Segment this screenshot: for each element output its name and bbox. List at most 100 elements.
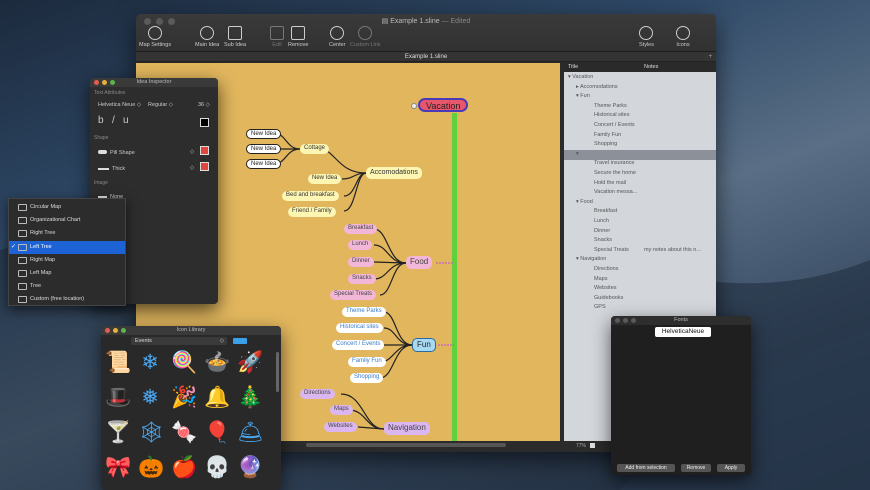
- bold-toggle[interactable]: b: [98, 115, 104, 126]
- zoom-button[interactable]: [110, 80, 115, 85]
- snowflake-icon[interactable]: ❄: [138, 350, 162, 374]
- mindmap-node-snacks[interactable]: Snacks: [348, 274, 376, 284]
- minimize-button[interactable]: [623, 318, 628, 323]
- layout-option[interactable]: Right Map: [9, 254, 125, 267]
- mindmap-node-historical-sites[interactable]: Historical sites: [336, 323, 383, 333]
- close-button[interactable]: [105, 328, 110, 333]
- close-button[interactable]: [615, 318, 620, 323]
- snowflake-2-icon[interactable]: ❅: [138, 385, 162, 409]
- outline-row[interactable]: GPS: [594, 304, 606, 310]
- mindmap-node-theme-parks[interactable]: Theme Parks: [342, 307, 386, 317]
- skull-icon[interactable]: 💀: [204, 455, 230, 479]
- outline-row[interactable]: Travel insurance: [594, 160, 634, 166]
- center-button[interactable]: Center: [329, 26, 346, 48]
- outline-row[interactable]: Hold the mail: [594, 180, 626, 186]
- outline-row[interactable]: ▾: [576, 151, 579, 157]
- lollipop-icon[interactable]: 🍭: [171, 350, 197, 374]
- underline-toggle[interactable]: u: [123, 115, 129, 126]
- mindmap-node-websites[interactable]: Websites: [324, 422, 357, 432]
- minimize-button[interactable]: [113, 328, 118, 333]
- mindmap-node-concert-events[interactable]: Concert / Events: [332, 340, 385, 350]
- mindmap-node-directions[interactable]: Directions: [300, 389, 335, 399]
- shape-select[interactable]: Pill Shape: [98, 150, 135, 156]
- outline-row[interactable]: Vacation messa...: [594, 189, 637, 195]
- christmas-tree-icon[interactable]: 🎄: [237, 385, 263, 409]
- outline-row[interactable]: Secure the home: [594, 170, 636, 176]
- mindmap-node-new-idea[interactable]: New Idea: [308, 174, 342, 184]
- outline-row[interactable]: Websites: [594, 285, 617, 291]
- remove-button[interactable]: Remove: [288, 26, 308, 48]
- outline-row[interactable]: ▾ Fun: [576, 93, 590, 99]
- font-size-field[interactable]: 36 ◇: [198, 102, 210, 108]
- balloon-icon[interactable]: 🎈: [204, 420, 230, 444]
- line-color-well[interactable]: [200, 162, 209, 171]
- icons-button[interactable]: Icons: [676, 26, 690, 48]
- outline-row[interactable]: Maps: [594, 276, 607, 282]
- outline-selected-row[interactable]: [564, 149, 716, 160]
- zoom-level[interactable]: 77%: [576, 443, 586, 449]
- mindmap-node-dinner[interactable]: Dinner: [348, 257, 374, 267]
- mindmap-node-shopping[interactable]: Shopping: [350, 373, 384, 383]
- candy-cane-icon[interactable]: 🍬: [171, 420, 197, 444]
- horizontal-scrollbar[interactable]: [306, 443, 506, 447]
- line-select[interactable]: Thick: [98, 166, 125, 172]
- mindmap-node-family-fun[interactable]: Family Fun: [348, 357, 386, 367]
- layout-option[interactable]: Circular Map: [9, 201, 125, 214]
- add-from-selection-button[interactable]: Add from selection: [617, 464, 675, 472]
- snowglobe-icon[interactable]: 🔮: [237, 455, 263, 479]
- add-tab-icon[interactable]: +: [708, 52, 712, 62]
- outline-row[interactable]: Family Fun: [594, 132, 621, 138]
- mindmap-node-bed-and-breakfast[interactable]: Bed and breakfast: [282, 191, 339, 201]
- layout-option[interactable]: Right Tree: [9, 227, 125, 240]
- pumpkin-icon[interactable]: 🎃: [138, 455, 164, 479]
- zoom-stepper[interactable]: [590, 443, 595, 448]
- mindmap-node-new-idea-3[interactable]: New Idea: [246, 159, 282, 169]
- styles-button[interactable]: Styles: [639, 26, 654, 48]
- outline-row[interactable]: ▸ Accomodations: [576, 84, 618, 90]
- edit-button[interactable]: Edit: [270, 26, 284, 48]
- cocktail-icon[interactable]: 🍸: [105, 420, 131, 444]
- party-hat-icon[interactable]: 🎉: [171, 385, 197, 409]
- mindmap-node-fun[interactable]: Fun: [412, 338, 436, 352]
- outline-row[interactable]: Concert / Events: [594, 122, 635, 128]
- outline-row[interactable]: Lunch: [594, 218, 609, 224]
- font-style-select[interactable]: Regular ◇: [148, 102, 173, 108]
- italic-toggle[interactable]: /: [112, 115, 115, 126]
- main-idea-button[interactable]: Main Idea: [195, 26, 219, 48]
- font-preview-item[interactable]: HelveticaNeue: [655, 327, 711, 337]
- firework-icon[interactable]: 🚀: [237, 350, 263, 374]
- title-column-header[interactable]: Title: [568, 64, 578, 70]
- close-button[interactable]: [94, 80, 99, 85]
- vertical-scrollbar[interactable]: [276, 352, 279, 392]
- mindmap-node-food[interactable]: Food: [406, 256, 433, 269]
- outline-row[interactable]: Historical sites: [594, 112, 629, 118]
- shape-stepper[interactable]: ◇: [190, 149, 194, 155]
- mindmap-node-navigation[interactable]: Navigation: [384, 422, 430, 435]
- root-node[interactable]: Vacation: [418, 98, 469, 112]
- outline-row[interactable]: Dinner: [594, 228, 610, 234]
- mindmap-node-friend-family[interactable]: Friend / Family: [288, 207, 336, 217]
- map-settings-button[interactable]: Map Settings: [139, 26, 171, 48]
- layout-dropdown-menu[interactable]: Circular Map Organizational Chart Right Tr…: [8, 198, 126, 306]
- witch-hat-icon[interactable]: 🎩: [105, 385, 131, 409]
- bells-icon[interactable]: 🛎: [237, 420, 264, 444]
- collapse-handle[interactable]: [411, 103, 417, 109]
- bow-icon[interactable]: 🎀: [105, 455, 131, 479]
- text-color-well[interactable]: [200, 118, 209, 127]
- mindmap-node-cottage[interactable]: Cottage: [300, 144, 330, 154]
- zoom-button[interactable]: [631, 318, 636, 323]
- mindmap-node-special-treats[interactable]: Special Treats: [330, 290, 377, 300]
- bell-icon[interactable]: 🔔: [204, 385, 230, 409]
- outline-row[interactable]: Breakfast: [594, 208, 617, 214]
- notes-column-header[interactable]: Notes: [644, 64, 658, 70]
- layout-option[interactable]: Tree: [9, 280, 125, 293]
- layout-option[interactable]: Custom (free location): [9, 293, 125, 306]
- mindmap-node-maps[interactable]: Maps: [330, 405, 353, 415]
- custom-link-button[interactable]: Custom Link: [350, 26, 381, 48]
- font-family-select[interactable]: Helvetica Neue ◇: [98, 102, 141, 108]
- zoom-button[interactable]: [121, 328, 126, 333]
- icon-color-well[interactable]: [233, 338, 247, 344]
- mindmap-node-new-idea-1[interactable]: New Idea: [246, 129, 282, 139]
- scroll-icon[interactable]: 📜: [105, 350, 131, 374]
- outline-row[interactable]: Guidebooks: [594, 295, 623, 301]
